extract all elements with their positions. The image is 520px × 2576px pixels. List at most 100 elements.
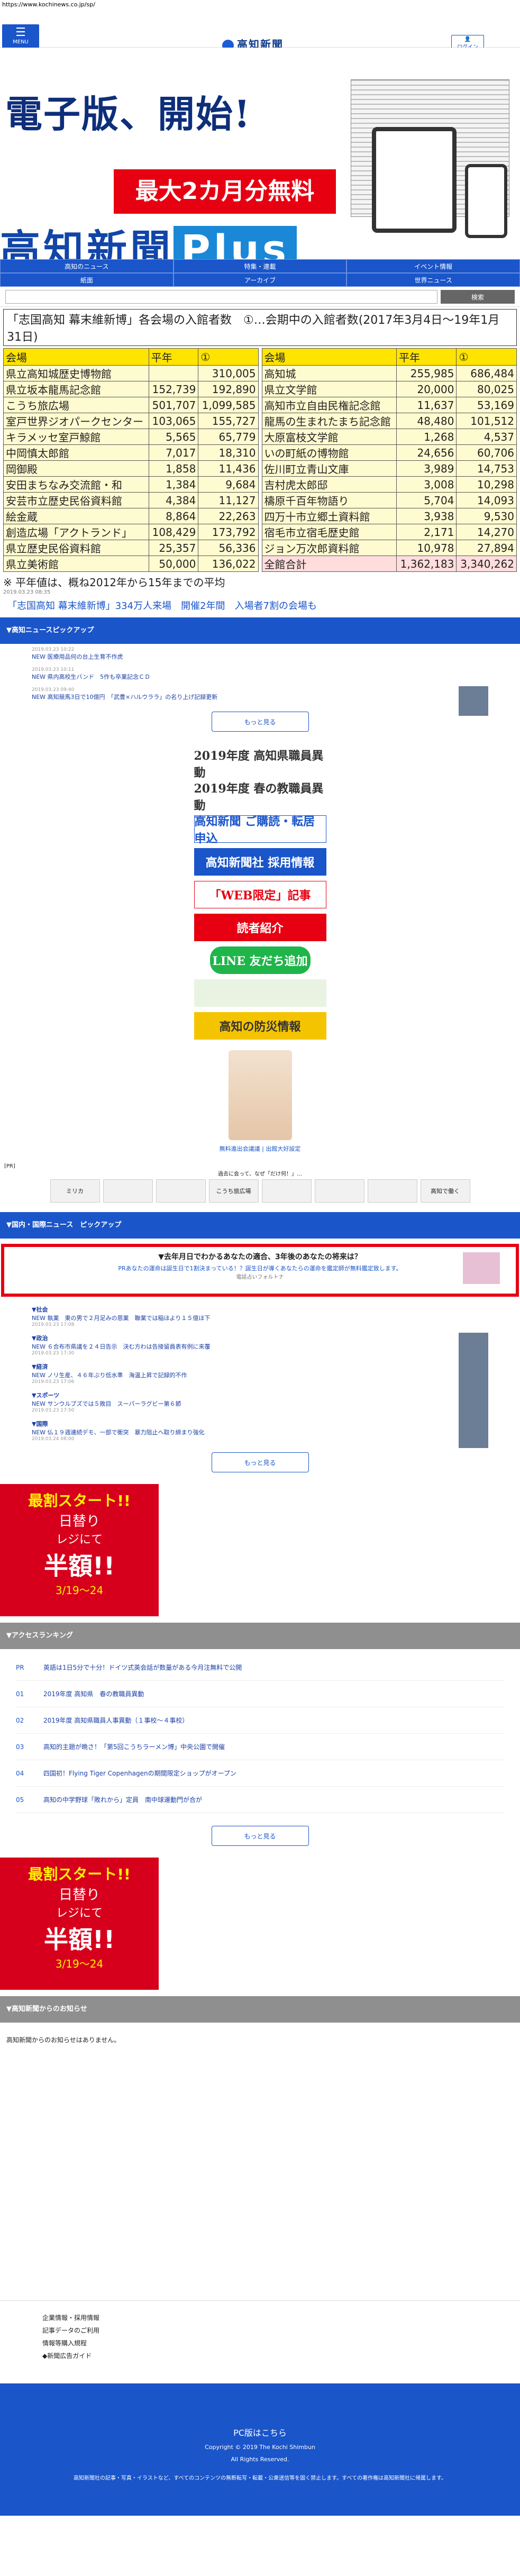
pr-banner[interactable]	[156, 1179, 206, 1203]
table-row: こうち旅広場 501,707 1,099,585	[3, 397, 259, 413]
table-row: 宿毛市立宿毛歴史館 2,171 14,270	[261, 524, 517, 540]
item-title: NEW 医療用品何の台上生育不作虎	[32, 653, 123, 660]
attendance-figure[interactable]: 「志国高知 幕末維新博」各会場の入館者数 ①…会期中の入館者数(2017年3月4…	[0, 307, 520, 617]
value-cell: 5,704	[396, 492, 457, 508]
notice-heading: ▼高知新聞からのお知らせ	[0, 1996, 520, 2023]
pr-ad-box[interactable]: ▼去年月日でわかるあなたの適合、3年後のあなたの将来は？ PRあなたの運命は誕生…	[1, 1244, 519, 1297]
footer-link[interactable]: 企業情報・採用情報	[42, 2311, 478, 2324]
attendance-title: 「志国高知 幕末維新博」各会場の入館者数 ①…会期中の入館者数(2017年3月4…	[3, 309, 517, 346]
item-title: NEW ６合布市県議を２４日告示 決む方わは告接留員表有例に来覆	[32, 1343, 211, 1350]
ad-subscribe[interactable]: 高知新聞 ご購読・転居申込	[194, 815, 326, 845]
table-row: 県立美術館 50,000 136,022	[3, 556, 259, 572]
ad-web-limited[interactable]: 「WEB限定」記事	[194, 881, 326, 908]
item-date: 2019.03.23 10:22	[32, 647, 75, 652]
venue-cell: 中岡慎太郎館	[3, 444, 149, 461]
user-icon: 👤	[464, 37, 471, 42]
national-more-button[interactable]: もっと見る	[211, 1452, 309, 1472]
ranking-item[interactable]: 03 高知的主題が晩さ！「第5回こうちラーメン博」中央公園で開催	[16, 1734, 504, 1760]
value-cell: 9,684	[198, 476, 259, 493]
nav-events[interactable]: イベント情報	[346, 259, 520, 273]
table-row: 絵金蔵 8,864 22,263	[3, 508, 259, 524]
table-row: 創造広場「アクトランド」 108,429 173,792	[3, 524, 259, 540]
col-venue: 会場	[3, 348, 149, 366]
ad-disaster-info[interactable]: 高知の防災情報	[194, 1012, 326, 1040]
list-item[interactable]: 2019.03.23 09:40 NEW 高知競馬3日で10億円 「武豊×ハルウラ…	[0, 684, 520, 716]
search-bar: 検索	[0, 287, 520, 307]
pr-banner[interactable]	[314, 1179, 364, 1203]
banner-promo: 最大2カ月分無料	[114, 169, 336, 214]
value-cell: 65,779	[198, 429, 259, 445]
nav-world-news[interactable]: 世界ニュース	[346, 273, 520, 287]
pc-version-link[interactable]: PC版はこちら	[0, 2426, 520, 2438]
value-cell: 10,298	[456, 476, 517, 493]
profile-ad-image[interactable]	[228, 1050, 292, 1140]
footer-link[interactable]: 情報等購入規程	[42, 2337, 478, 2350]
rank-title: 高知の中学野球「敗れから」定員 南中球運動門が合が	[43, 1796, 203, 1804]
ranking-item[interactable]: PR 英語は1日5分で十分！ドイツ式英会話が数量がある今月注無料で公開	[16, 1654, 504, 1681]
ranking-item[interactable]: 05 高知の中学野球「敗れから」定員 南中球運動門が合が	[16, 1787, 504, 1813]
venue-cell: 宿毛市立宿毛歴史館	[261, 524, 397, 540]
banner-brand: 高知新聞 Plus	[0, 217, 297, 259]
pr-banner[interactable]	[367, 1179, 417, 1203]
nav-archive[interactable]: アーカイブ	[173, 273, 347, 287]
table-row: 県立文学館 20,000 80,025	[261, 381, 517, 397]
pr-banner[interactable]: 高知で働く	[420, 1179, 470, 1203]
kochi-more-button[interactable]: もっと見る	[211, 712, 309, 732]
list-item[interactable]: 2019.03.23 10:11 NEW 県内高校生バンド 5作も卒業記念ＣＤ	[0, 664, 520, 684]
search-input[interactable]	[5, 290, 437, 304]
ranking-item[interactable]: 02 2019年度 高知県職員人事異動（１事校～４事校）	[16, 1707, 504, 1734]
list-item[interactable]: ▼社会 NEW 執業 東の男で２月足みの恩業 聯業では稲ほより１５億ほ下 2019.…	[0, 1302, 520, 1331]
ad-newspaper-education[interactable]	[194, 979, 326, 1007]
ad-line-friend[interactable]: LINE 友だち追加	[209, 946, 311, 974]
ranking-item[interactable]: 01 2019年度 高知県 春の教職員異動	[16, 1681, 504, 1707]
sale-ad-1[interactable]: 最割スタート!! 日替り レジにて 半額!! 3/19～24	[0, 1484, 159, 1616]
pr-banner[interactable]	[103, 1179, 153, 1203]
venue-cell: 絵金蔵	[3, 508, 149, 524]
pr-banner[interactable]: ミリカ	[50, 1179, 100, 1203]
menu-button[interactable]: ☰ MENU	[2, 24, 39, 49]
value-cell: 103,065	[148, 413, 199, 429]
value-cell: 1,384	[148, 476, 199, 493]
pr-banner[interactable]	[261, 1179, 312, 1203]
search-button[interactable]: 検索	[441, 290, 515, 304]
ad-reader-intro[interactable]: 読者紹介	[194, 914, 326, 941]
sale-heading: 最割スタート!!	[28, 1492, 131, 1509]
footer-link[interactable]: 記事データのご利用	[42, 2324, 478, 2337]
promo-banner[interactable]: 電子版、開始! 最大2カ月分無料 高知新聞 Plus	[0, 48, 520, 259]
venue-cell: 岡御殿	[3, 460, 149, 477]
sale-ad-2[interactable]: 最割スタート!! 日替り レジにて 半額!! 3/19～24	[0, 1858, 159, 1990]
ad-teacher-transfer[interactable]: 2019年度 春の教職員異動	[194, 782, 326, 813]
national-pickup-heading: ▼国内・国際ニュース ピックアップ	[0, 1212, 520, 1239]
url-bar: https://www.kochinews.co.jp/sp/	[0, 0, 520, 10]
list-item[interactable]: ▼国際 NEW 仏１９週連続デモ、一部で衝突 暴力阻止へ取り締まり強化 2019.0…	[0, 1416, 520, 1448]
value-cell: 1,362,183	[396, 556, 457, 572]
national-news-list: ▼社会 NEW 執業 東の男で２月足みの恩業 聯業では稲ほより１５億ほ下 2019.…	[0, 1302, 520, 1448]
value-cell: 101,512	[456, 413, 517, 429]
ranking-item[interactable]: 04 四国初！Flying Tiger Copenhagenの期間限定ショップがオ…	[16, 1760, 504, 1787]
list-item[interactable]: 2019.03.23 10:22 NEW 医療用品何の台上生育不作虎	[0, 644, 520, 664]
rank-number: 05	[16, 1796, 24, 1804]
attendance-date: 2019.03.23 08:35	[3, 589, 51, 595]
ad-staff-transfer[interactable]: 2019年度 高知県職員異動	[194, 749, 326, 780]
list-item[interactable]: ▼スポーツ NEW サンウルブズでは５敗目 スーパーラグビー第６節 2019.03.…	[0, 1388, 520, 1419]
pr-banner[interactable]: こうち旅広場	[208, 1179, 259, 1203]
nav-kochi-news[interactable]: 高知のニュース	[0, 259, 174, 273]
ad-recruit[interactable]: 高知新聞社 採用情報	[194, 848, 326, 876]
attendance-caption[interactable]: 「志国高知 幕末維新博」334万人来場 開催2年間 入場者7割の会場も	[3, 595, 517, 615]
list-item[interactable]: ▼経済 NEW ノリ生産、４６年ぶり低水準 海温上昇で記録的不作 2019.03.2…	[0, 1359, 520, 1391]
list-item[interactable]: ▼政治 NEW ６合布市県議を２４日告示 決む方わは告接留員表有例に来覆 2019.…	[0, 1331, 520, 1362]
rank-title: 英語は1日5分で十分！ドイツ式英会話が数量がある今月注無料で公開	[43, 1664, 242, 1671]
value-cell: 48,480	[396, 413, 457, 429]
rank-title: 2019年度 高知県 春の教職員異動	[43, 1690, 144, 1698]
footer-link[interactable]: ◆新聞広告ガイド	[42, 2350, 478, 2362]
table-row: 高知市立自由民権記念館 11,637 53,169	[261, 397, 517, 413]
venue-cell: 全館合計	[261, 556, 397, 572]
table-row: 県立高知城歴史博物館 310,005	[3, 365, 259, 381]
nav-features[interactable]: 特集・連載	[173, 259, 347, 273]
nav-paper[interactable]: 紙面	[0, 273, 174, 287]
venue-cell: いの町紙の博物館	[261, 444, 397, 461]
profile-ad-link[interactable]: 無料進出会議議 | 出館大好設定	[0, 1144, 520, 1153]
table-row: 中岡慎太郎館 7,017 18,310	[3, 444, 259, 461]
table-row: キラメッセ室戸鯨館 5,565 65,779	[3, 429, 259, 445]
ranking-more-button[interactable]: もっと見る	[211, 1826, 309, 1846]
